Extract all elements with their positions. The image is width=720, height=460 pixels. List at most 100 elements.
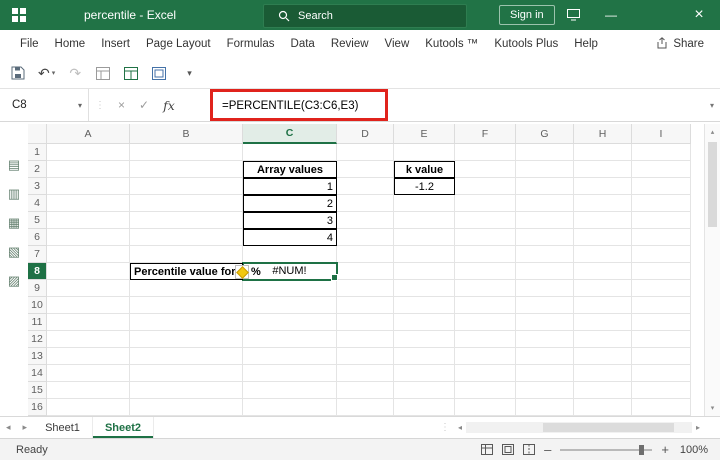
cell-G8[interactable] [516,263,574,280]
qat-icon-6[interactable] [151,63,167,83]
cell-I6[interactable] [632,229,691,246]
cell-A3[interactable] [47,178,130,195]
sheet-tab-sheet2[interactable]: Sheet2 [92,417,155,438]
cell-A5[interactable] [47,212,130,229]
sidebar-pane-icon-4[interactable]: ▧ [4,242,24,262]
cell-I11[interactable] [632,314,691,331]
cell-C1[interactable] [243,144,337,161]
cell-H11[interactable] [574,314,632,331]
cell-F6[interactable] [455,229,516,246]
cell-H7[interactable] [574,246,632,263]
cell-E9[interactable] [394,280,455,297]
formula-bar-expand-icon[interactable]: ▾ [710,89,714,122]
scroll-down-icon[interactable]: ▾ [705,404,720,412]
cell-E2[interactable]: k value [394,161,455,178]
cell-C6[interactable]: 4 [243,229,337,246]
cell-B6[interactable] [130,229,243,246]
cell-C5[interactable]: 3 [243,212,337,229]
zoom-in-button[interactable]: + [661,443,669,456]
cell-F8[interactable] [455,263,516,280]
cell-A13[interactable] [47,348,130,365]
cell-F3[interactable] [455,178,516,195]
cell-D10[interactable] [337,297,394,314]
cell-E10[interactable] [394,297,455,314]
cell-C4[interactable]: 2 [243,195,337,212]
cell-F2[interactable] [455,161,516,178]
zoom-slider-thumb[interactable] [639,444,645,455]
share-button[interactable]: Share [656,36,720,52]
cell-F10[interactable] [455,297,516,314]
cell-H4[interactable] [574,195,632,212]
cell-I16[interactable] [632,399,691,416]
scroll-right-icon[interactable]: ▸ [692,423,704,432]
cell-G14[interactable] [516,365,574,382]
qat-icon-4[interactable] [95,63,111,83]
cell-E13[interactable] [394,348,455,365]
cell-I13[interactable] [632,348,691,365]
cell-F11[interactable] [455,314,516,331]
select-all-button[interactable] [28,124,47,144]
cell-I5[interactable] [632,212,691,229]
close-button[interactable]: × [684,0,714,30]
cell-E4[interactable] [394,195,455,212]
row-header-11[interactable]: 11 [28,314,47,331]
menu-tab-help[interactable]: Help [566,38,606,50]
ribbon-display-icon[interactable] [558,0,588,30]
cell-H1[interactable] [574,144,632,161]
cell-G13[interactable] [516,348,574,365]
cell-I9[interactable] [632,280,691,297]
cell-H14[interactable] [574,365,632,382]
cell-I4[interactable] [632,195,691,212]
cell-A16[interactable] [47,399,130,416]
cell-H10[interactable] [574,297,632,314]
enter-button[interactable]: ✓ [132,98,156,112]
sidebar-pane-icon-3[interactable]: ▦ [4,213,24,233]
cell-D5[interactable] [337,212,394,229]
sheet-nav-left-icon[interactable]: ◂ [0,417,17,438]
menu-tab-view[interactable]: View [377,38,418,50]
cell-E7[interactable] [394,246,455,263]
row-header-7[interactable]: 7 [28,246,47,263]
cell-E6[interactable] [394,229,455,246]
column-header-B[interactable]: B [130,124,243,144]
cell-B7[interactable] [130,246,243,263]
column-header-E[interactable]: E [394,124,455,144]
menu-tab-file[interactable]: File [12,38,47,50]
sidebar-pane-icon-2[interactable]: ▥ [4,184,24,204]
undo-button[interactable]: ↶ ▾ [38,63,55,83]
cell-B3[interactable] [130,178,243,195]
cell-G11[interactable] [516,314,574,331]
menu-tab-page-layout[interactable]: Page Layout [138,38,219,50]
column-header-D[interactable]: D [337,124,394,144]
cell-B4[interactable] [130,195,243,212]
cell-E15[interactable] [394,382,455,399]
cell-F15[interactable] [455,382,516,399]
undo-dropdown-icon[interactable]: ▾ [52,69,56,77]
cell-A9[interactable] [47,280,130,297]
cell-H16[interactable] [574,399,632,416]
cell-C7[interactable] [243,246,337,263]
cell-D7[interactable] [337,246,394,263]
column-header-I[interactable]: I [632,124,691,144]
cell-C9[interactable] [243,280,337,297]
cell-B11[interactable] [130,314,243,331]
row-header-13[interactable]: 13 [28,348,47,365]
row-header-5[interactable]: 5 [28,212,47,229]
cell-B5[interactable] [130,212,243,229]
cell-D8[interactable] [337,263,394,280]
row-header-12[interactable]: 12 [28,331,47,348]
tab-split-grip[interactable]: ⋮ [440,422,450,433]
cell-B13[interactable] [130,348,243,365]
cell-B14[interactable] [130,365,243,382]
cell-H2[interactable] [574,161,632,178]
cell-C16[interactable] [243,399,337,416]
cell-A4[interactable] [47,195,130,212]
column-header-C[interactable]: C [243,124,337,144]
cell-B12[interactable] [130,331,243,348]
cell-G6[interactable] [516,229,574,246]
cell-H15[interactable] [574,382,632,399]
cell-I3[interactable] [632,178,691,195]
cell-G7[interactable] [516,246,574,263]
cancel-button[interactable]: × [111,98,132,112]
cell-G2[interactable] [516,161,574,178]
